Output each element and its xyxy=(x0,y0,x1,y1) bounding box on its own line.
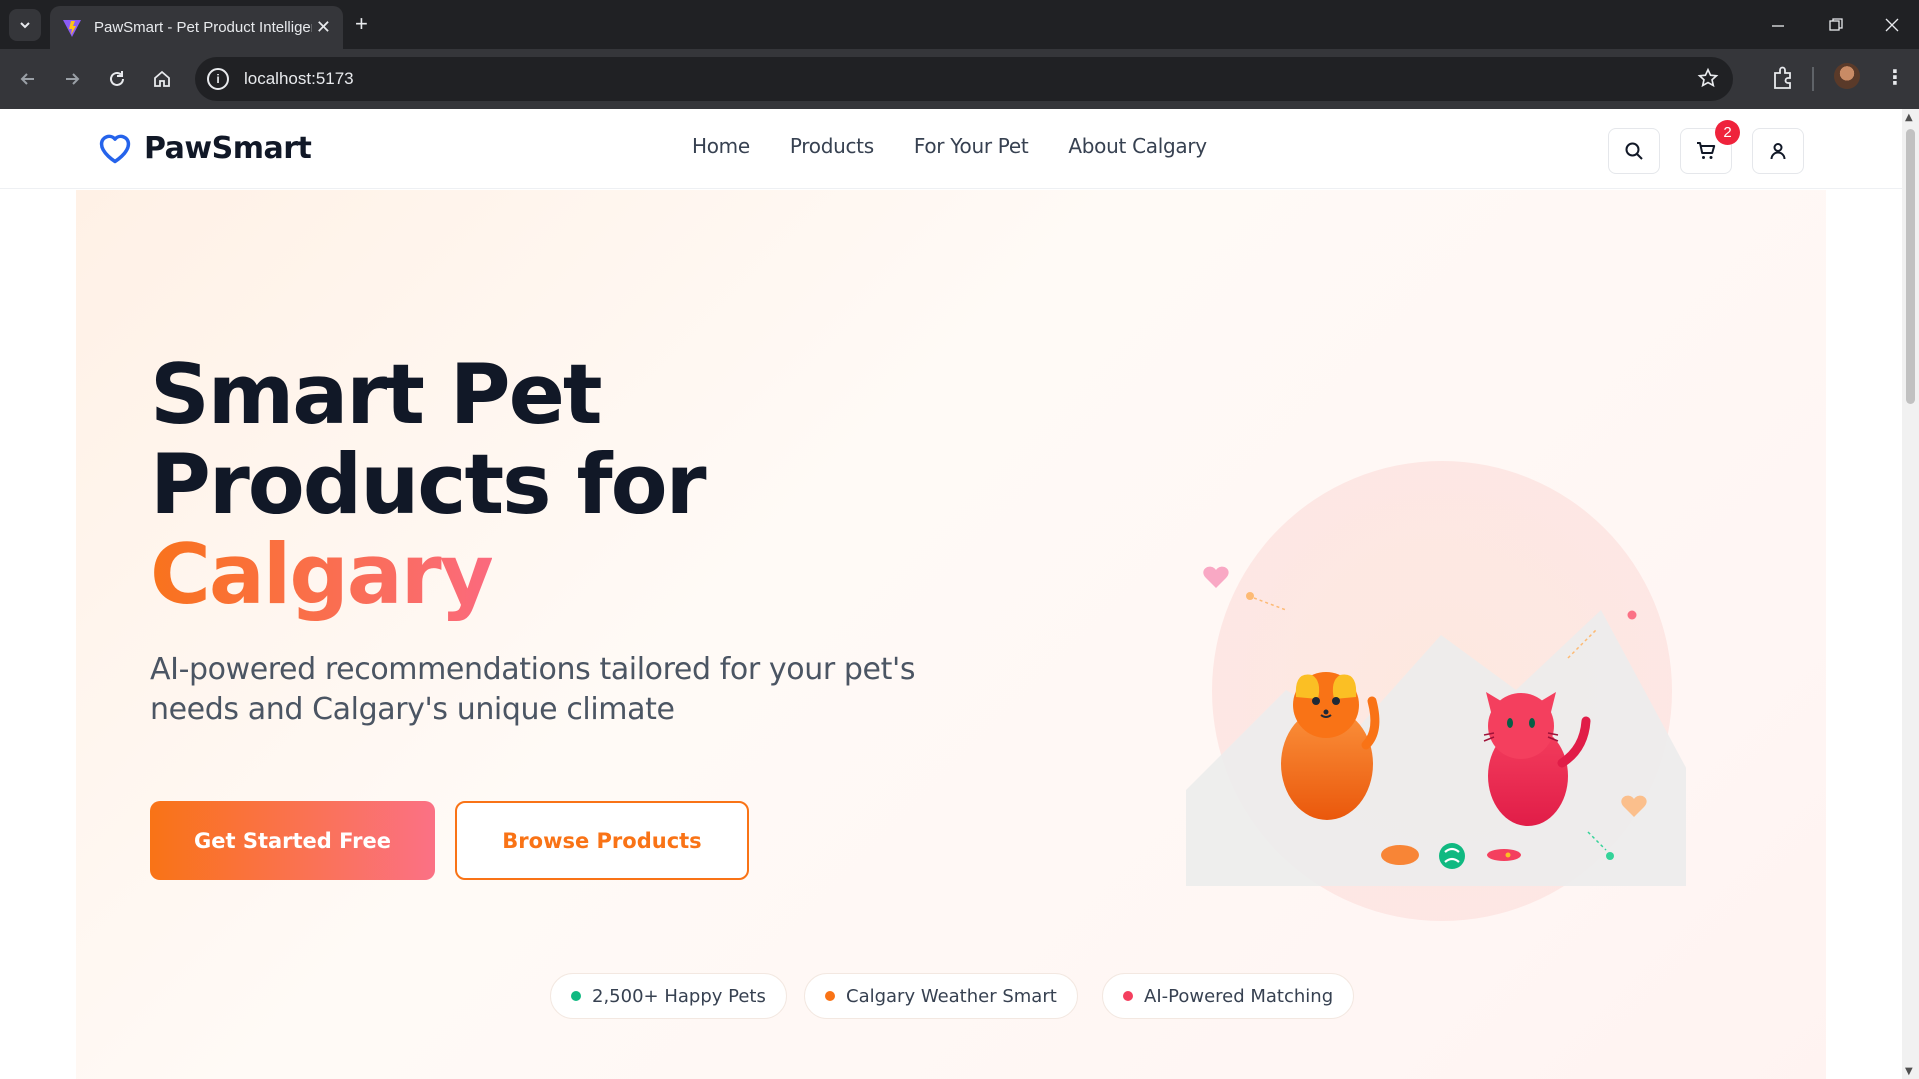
arrow-right-icon xyxy=(66,73,80,85)
page-scrollbar[interactable]: ▲ ▼ xyxy=(1902,109,1919,1079)
hero-section: Smart Pet Products for Calgary AI-powere… xyxy=(76,190,1826,1079)
nav-products[interactable]: Products xyxy=(790,134,874,158)
arrow-left-icon xyxy=(20,73,34,85)
hero-subtitle: AI-powered recommendations tailored for … xyxy=(150,652,916,727)
status-dot xyxy=(571,991,581,1001)
home-button[interactable] xyxy=(148,65,176,93)
tab-close-icon[interactable]: ✕ xyxy=(316,17,331,38)
nav-for-your-pet[interactable]: For Your Pet xyxy=(914,134,1029,158)
shopping-cart-icon xyxy=(1697,142,1716,159)
url-text: localhost:5173 xyxy=(244,69,354,88)
forward-button[interactable] xyxy=(58,65,86,93)
address-bar[interactable]: i localhost:5173 xyxy=(195,57,1733,101)
heart-logo-icon xyxy=(99,134,131,164)
site-header: PawSmart Home Products For Your Pet Abou… xyxy=(0,109,1902,189)
hero-title: Smart Pet Products for Calgary xyxy=(150,350,707,623)
site-info-icon[interactable]: i xyxy=(207,68,229,90)
browser-menu-icon[interactable]: ⋮ xyxy=(1885,63,1905,91)
tab-search-button[interactable] xyxy=(9,9,41,41)
cart-button[interactable]: 2 xyxy=(1680,120,1740,174)
scroll-up-icon[interactable]: ▲ xyxy=(1905,112,1913,123)
brand-name: PawSmart xyxy=(144,130,312,166)
restore-icon[interactable] xyxy=(1828,17,1844,33)
feature-pill-happy-pets: 2,500+ Happy Pets xyxy=(550,973,787,1019)
nav-about-calgary[interactable]: About Calgary xyxy=(1068,134,1207,158)
toy-ball xyxy=(1439,843,1465,869)
toy-bowl xyxy=(1381,845,1419,865)
heart-decoration-icon xyxy=(1203,566,1229,588)
user-icon xyxy=(1770,143,1786,160)
search-icon xyxy=(1625,142,1643,160)
scroll-down-icon[interactable]: ▼ xyxy=(1905,1066,1913,1077)
hero-title-line2: Products for xyxy=(150,436,707,533)
close-window-icon[interactable] xyxy=(1884,17,1900,33)
profile-avatar[interactable] xyxy=(1834,63,1860,89)
main-nav: Home Products For Your Pet About Calgary xyxy=(692,134,1207,158)
search-button[interactable] xyxy=(1608,128,1660,174)
new-tab-button[interactable]: + xyxy=(355,11,368,37)
minimize-icon[interactable] xyxy=(1770,18,1786,34)
pill-label: Calgary Weather Smart xyxy=(846,985,1057,1007)
hero-title-line1: Smart Pet xyxy=(150,346,603,443)
nav-home[interactable]: Home xyxy=(692,134,750,158)
browser-toolbar: i localhost:5173 ⋮ xyxy=(0,49,1919,109)
extensions-puzzle-icon[interactable] xyxy=(1770,64,1798,92)
reload-icon xyxy=(110,71,124,86)
home-icon xyxy=(154,70,170,87)
toy-collar xyxy=(1487,849,1521,861)
pill-label: 2,500+ Happy Pets xyxy=(592,985,766,1007)
pets-illustration xyxy=(1186,461,1686,921)
status-dot xyxy=(1123,991,1133,1001)
feature-pill-ai: AI-Powered Matching xyxy=(1102,973,1355,1019)
pill-label: AI-Powered Matching xyxy=(1144,985,1334,1007)
vite-favicon-icon xyxy=(63,19,81,37)
browser-tab[interactable]: PawSmart - Pet Product Intelligence ✕ xyxy=(50,6,343,49)
scroll-thumb[interactable] xyxy=(1906,129,1915,404)
page-viewport: PawSmart Home Products For Your Pet Abou… xyxy=(0,109,1902,1079)
toolbar-divider xyxy=(1812,67,1814,91)
brand-logo[interactable]: PawSmart xyxy=(96,129,312,167)
hero-title-accent: Calgary xyxy=(150,526,494,623)
feature-pill-weather: Calgary Weather Smart xyxy=(804,973,1078,1019)
browser-tab-bar: PawSmart - Pet Product Intelligence ✕ + xyxy=(0,0,1919,49)
browse-products-button[interactable]: Browse Products xyxy=(455,801,749,880)
back-button[interactable] xyxy=(14,65,42,93)
get-started-button[interactable]: Get Started Free xyxy=(150,801,435,880)
chevron-down-icon xyxy=(20,22,30,29)
account-button[interactable] xyxy=(1752,128,1804,174)
status-dot xyxy=(825,991,835,1001)
tab-title: PawSmart - Pet Product Intelligence xyxy=(94,19,312,36)
reload-button[interactable] xyxy=(103,65,131,93)
bookmark-star-icon[interactable] xyxy=(1697,67,1719,89)
cart-count-badge: 2 xyxy=(1715,120,1740,145)
